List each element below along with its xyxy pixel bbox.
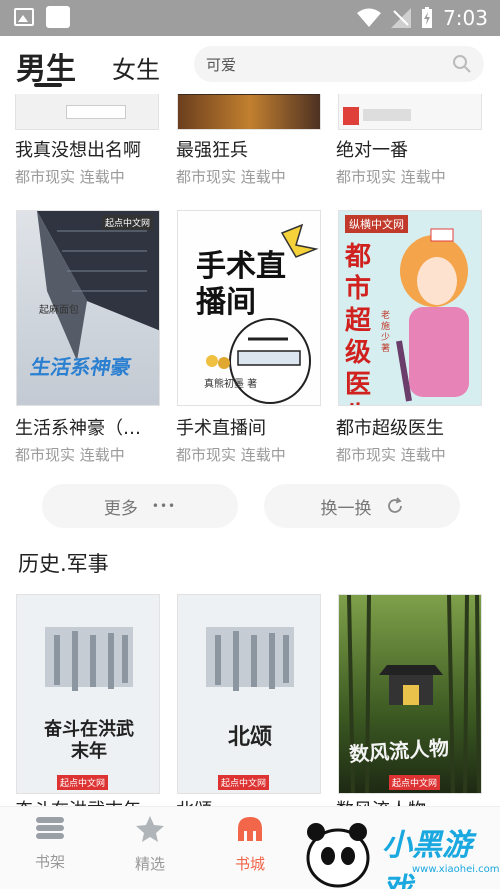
book-title[interactable]: 生活系神豪（… — [15, 414, 141, 440]
watermark-url: www.xiaohei.com — [412, 864, 500, 875]
more-label: 更多 — [103, 498, 138, 519]
book-cover[interactable]: 北颂 起点中文网 — [177, 594, 321, 794]
status-bar: 7:03 — [0, 0, 500, 36]
cover-brand: 起点中文网 — [218, 775, 270, 790]
nav-label: 精选 — [134, 855, 165, 873]
book-meta: 都市现实 连载中 — [336, 446, 446, 464]
book-meta: 都市现实 连载中 — [336, 168, 446, 186]
book-title[interactable]: 绝对一番 — [336, 136, 408, 162]
book-title[interactable]: 都市超级医生 — [336, 414, 444, 440]
cover-author: 起麻面包 — [39, 305, 79, 316]
wifi-icon — [357, 8, 382, 27]
book-cover[interactable]: 纵横中文网 都市超级医生 老施少 著 — [338, 210, 482, 406]
cover-title: 手术直播间 — [196, 249, 286, 320]
book-title[interactable]: 我真没想出名啊 — [15, 136, 141, 162]
cover-title: 北颂 — [227, 725, 272, 750]
nav-bookstore[interactable]: 书城 — [210, 815, 290, 874]
book-title[interactable]: 奋斗在洪武末年 — [15, 796, 141, 806]
cover-brand: 起点中文网 — [57, 775, 109, 790]
cover-brand: 起点中文网 — [389, 775, 441, 790]
more-button[interactable]: 更多 ••• — [42, 484, 238, 528]
book-meta: 都市现实 连载中 — [15, 168, 125, 186]
book-title[interactable]: 数风流人物 — [336, 796, 426, 806]
section-title: 历史.军事 — [18, 552, 109, 576]
site-watermark: 小黑游戏 www.xiaohei.com — [300, 810, 500, 889]
nav-bookshelf[interactable]: 书架 — [10, 815, 90, 872]
tab-female[interactable]: 女生 — [112, 50, 160, 85]
refresh-button[interactable]: 换一换 — [264, 484, 460, 528]
nav-label: 书架 — [34, 853, 65, 871]
book-title[interactable]: 最强狂兵 — [176, 136, 248, 162]
bookstore-icon — [238, 817, 262, 841]
book-cover[interactable]: 生活系神豪 起麻面包 起点中文网 — [16, 210, 160, 406]
image-notification-icon — [14, 8, 34, 26]
cover-brand: 起点中文网 — [101, 215, 153, 230]
star-icon — [136, 816, 164, 842]
cover-author: 老施少 著 — [381, 311, 391, 354]
signal-icon — [391, 8, 412, 28]
app-notification-icon — [46, 6, 70, 28]
cover-title: 奋斗在洪武末年 — [44, 719, 134, 762]
book-cover[interactable]: 手术直播间 真熊初墨 著 — [177, 210, 321, 406]
search-icon[interactable] — [452, 54, 472, 74]
book-cover[interactable] — [15, 94, 159, 130]
nav-label: 书城 — [234, 855, 265, 873]
more-dots-icon: ••• — [151, 499, 177, 513]
cover-author: 真熊初墨 著 — [204, 379, 258, 390]
top-header: 男生 女生 可爱 — [0, 36, 500, 94]
book-cover[interactable] — [338, 94, 482, 130]
bookshelf-icon — [36, 817, 64, 839]
book-title[interactable]: 北颂 — [176, 796, 212, 806]
search-bar[interactable]: 可爱 — [194, 46, 484, 82]
cover-brand: 纵横中文网 — [345, 215, 408, 233]
battery-icon — [422, 7, 433, 28]
book-cover[interactable]: 奋斗在洪武末年 起点中文网 — [16, 594, 160, 794]
book-meta: 都市现实 连载中 — [176, 168, 286, 186]
tab-male[interactable]: 男生 — [16, 44, 76, 88]
book-title[interactable]: 手术直播间 — [176, 414, 266, 440]
nav-featured[interactable]: 精选 — [110, 815, 190, 874]
clock: 7:03 — [443, 6, 488, 30]
book-cover[interactable]: 数风流人物 起点中文网 — [338, 594, 482, 794]
tab-active-indicator — [34, 83, 62, 87]
refresh-icon — [387, 497, 402, 513]
book-meta: 都市现实 连载中 — [15, 446, 125, 464]
bookstore-feed[interactable]: 我真没想出名啊 最强狂兵 绝对一番 都市现实 连载中 都市现实 连载中 都市现实… — [0, 94, 500, 806]
ink-title-illustration — [206, 627, 294, 691]
cover-title: 都市超级医生 — [345, 242, 372, 405]
book-meta: 都市现实 连载中 — [176, 446, 286, 464]
ink-title-illustration — [45, 627, 133, 691]
book-cover[interactable] — [177, 94, 321, 130]
cover-title: 生活系神豪 — [28, 355, 133, 379]
search-input[interactable]: 可爱 — [206, 54, 236, 75]
refresh-label: 换一换 — [320, 498, 372, 519]
watermark-text: 小黑游戏 — [382, 828, 472, 889]
